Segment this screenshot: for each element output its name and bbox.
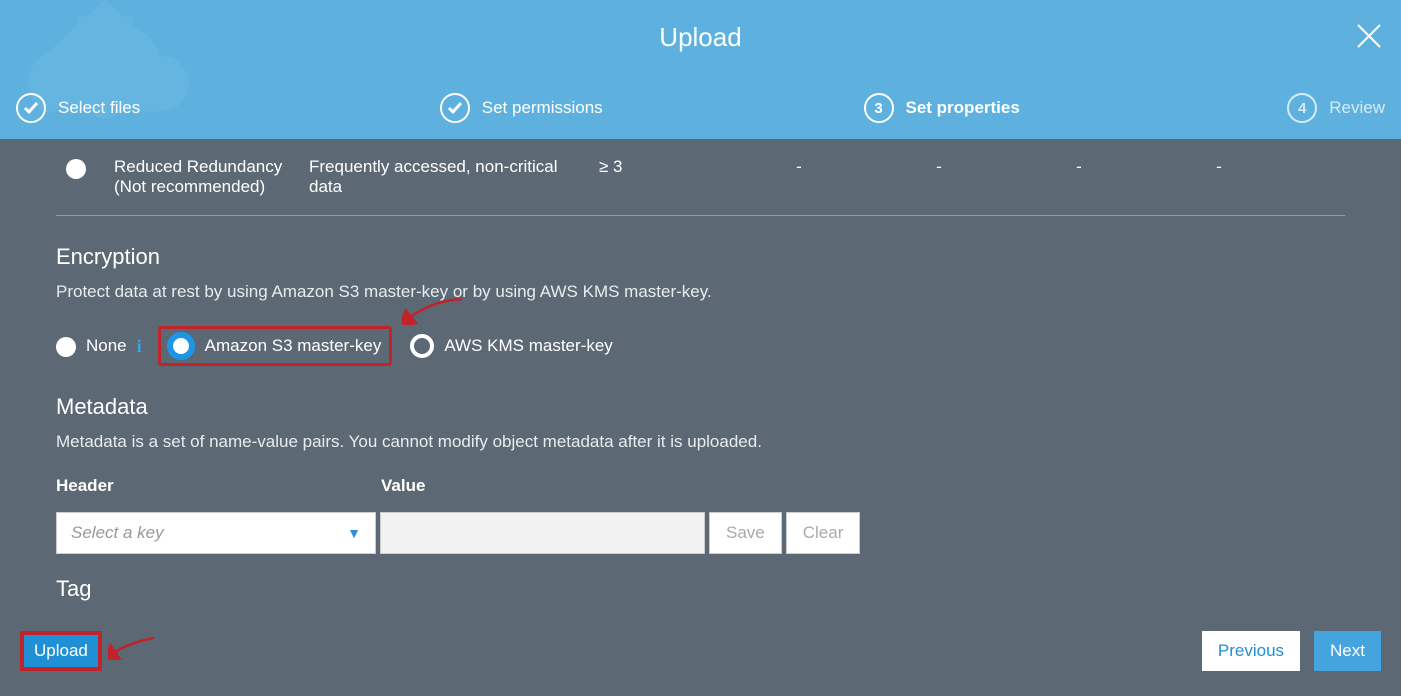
step-select-files[interactable]: Select files bbox=[16, 93, 440, 123]
info-icon[interactable]: i bbox=[137, 336, 142, 357]
dialog-content: Reduced Redundancy (Not recommended) Fre… bbox=[0, 139, 1401, 606]
step-set-properties[interactable]: 3 Set properties bbox=[864, 93, 1288, 123]
storage-cell: - bbox=[729, 157, 869, 177]
encryption-option-kms[interactable]: AWS KMS master-key bbox=[410, 334, 612, 358]
step-label: Set permissions bbox=[482, 98, 603, 118]
metadata-key-select[interactable]: Select a key ▼ bbox=[56, 512, 376, 554]
encryption-option-label: Amazon S3 master-key bbox=[205, 336, 382, 356]
step-done-icon bbox=[16, 93, 46, 123]
step-number-icon: 3 bbox=[864, 93, 894, 123]
metadata-value-input[interactable] bbox=[380, 512, 705, 554]
previous-button[interactable]: Previous bbox=[1202, 631, 1300, 671]
radio-selected-icon[interactable] bbox=[167, 332, 195, 360]
chevron-down-icon: ▼ bbox=[347, 525, 361, 541]
wizard-steps: Select files Set permissions 3 Set prope… bbox=[0, 93, 1401, 123]
annotation-highlight-s3-key: Amazon S3 master-key bbox=[158, 326, 393, 366]
storage-cell: - bbox=[1149, 157, 1289, 177]
metadata-save-button[interactable]: Save bbox=[709, 512, 782, 554]
value-label: Value bbox=[381, 476, 425, 496]
storage-cell: - bbox=[869, 157, 1009, 177]
dialog-footer: Upload Previous Next bbox=[0, 606, 1401, 696]
encryption-option-s3[interactable]: Amazon S3 master-key bbox=[167, 332, 382, 360]
close-button[interactable] bbox=[1355, 22, 1383, 55]
storage-name-line2: (Not recommended) bbox=[114, 177, 265, 196]
encryption-subtitle: Protect data at rest by using Amazon S3 … bbox=[56, 282, 1345, 302]
radio-unchecked-icon[interactable] bbox=[66, 159, 86, 179]
encryption-heading: Encryption bbox=[56, 244, 1345, 270]
radio-unchecked-icon[interactable] bbox=[410, 334, 434, 358]
select-placeholder: Select a key bbox=[71, 523, 164, 543]
storage-cell: - bbox=[1009, 157, 1149, 177]
dialog-header: Upload Select files Set permissions 3 Se… bbox=[0, 0, 1401, 139]
encryption-option-label: AWS KMS master-key bbox=[444, 336, 612, 356]
tag-heading: Tag bbox=[56, 576, 1345, 602]
encryption-option-none[interactable]: None bbox=[56, 335, 127, 357]
next-button[interactable]: Next bbox=[1314, 631, 1381, 671]
header-label: Header bbox=[56, 476, 381, 496]
storage-class-name: Reduced Redundancy (Not recommended) bbox=[114, 157, 309, 197]
storage-name-line1: Reduced Redundancy bbox=[114, 157, 282, 176]
step-label: Select files bbox=[58, 98, 140, 118]
annotation-arrow-icon bbox=[108, 634, 158, 660]
metadata-clear-button[interactable]: Clear bbox=[786, 512, 861, 554]
metadata-column-headers: Header Value bbox=[56, 476, 1345, 496]
metadata-row: Select a key ▼ Save Clear bbox=[56, 512, 1345, 554]
encryption-option-label: None bbox=[86, 336, 127, 356]
upload-button[interactable]: Upload bbox=[20, 631, 102, 671]
storage-class-row-reduced-redundancy[interactable]: Reduced Redundancy (Not recommended) Fre… bbox=[56, 139, 1345, 216]
close-icon bbox=[1355, 22, 1383, 50]
step-label: Set properties bbox=[906, 98, 1020, 118]
encryption-options: None i Amazon S3 master-key AWS KMS mast… bbox=[56, 326, 1345, 366]
metadata-subtitle: Metadata is a set of name-value pairs. Y… bbox=[56, 432, 1345, 452]
step-done-icon bbox=[440, 93, 470, 123]
step-number-icon: 4 bbox=[1287, 93, 1317, 123]
step-set-permissions[interactable]: Set permissions bbox=[440, 93, 864, 123]
step-label: Review bbox=[1329, 98, 1385, 118]
metadata-heading: Metadata bbox=[56, 394, 1345, 420]
dialog-title: Upload bbox=[0, 0, 1401, 53]
step-review[interactable]: 4 Review bbox=[1287, 93, 1385, 123]
radio-unchecked-icon[interactable] bbox=[56, 337, 76, 357]
storage-class-desc: Frequently accessed, non-critical data bbox=[309, 157, 599, 197]
storage-az: ≥ 3 bbox=[599, 157, 729, 177]
